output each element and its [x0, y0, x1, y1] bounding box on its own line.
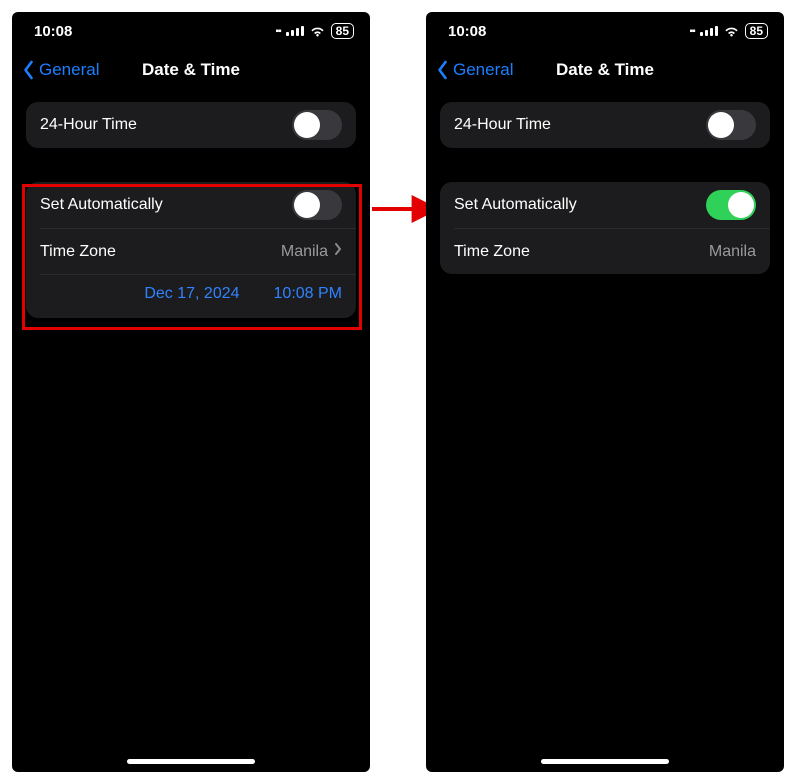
- label-timezone: Time Zone: [454, 243, 530, 261]
- clock: 10:08: [34, 23, 72, 40]
- value-timezone: Manila: [281, 243, 328, 261]
- group-24hour: 24-Hour Time: [26, 102, 356, 148]
- phone-right: 10:08 ▪▪ 85 General Date & Time 24-Hour …: [426, 12, 784, 772]
- label-setauto: Set Automatically: [40, 196, 163, 214]
- group-autozone: Set Automatically Time Zone Manila Dec 1…: [26, 182, 356, 318]
- row-24hour[interactable]: 24-Hour Time: [26, 102, 356, 148]
- row-time-zone: Time Zone Manila: [454, 228, 770, 274]
- nav-header: General Date & Time: [12, 50, 370, 90]
- wifi-icon: [309, 25, 326, 37]
- label-setauto: Set Automatically: [454, 196, 577, 214]
- label-24hour: 24-Hour Time: [40, 116, 137, 134]
- back-button[interactable]: General: [12, 60, 99, 80]
- battery-icon: 85: [745, 23, 768, 39]
- cellular-icon: [700, 26, 718, 36]
- back-label: General: [453, 60, 513, 80]
- phone-left: 10:08 ▪▪ 85 General Date & Time 24-Hour …: [12, 12, 370, 772]
- chevron-right-icon: [334, 242, 342, 261]
- home-indicator: [541, 759, 669, 764]
- back-button[interactable]: General: [426, 60, 513, 80]
- status-bar: 10:08 ▪▪ 85: [426, 12, 784, 50]
- back-label: General: [39, 60, 99, 80]
- row-set-automatically[interactable]: Set Automatically: [440, 182, 770, 228]
- label-timezone: Time Zone: [40, 243, 116, 261]
- toggle-set-automatically[interactable]: [292, 190, 342, 220]
- group-autozone: Set Automatically Time Zone Manila: [440, 182, 770, 274]
- row-24hour[interactable]: 24-Hour Time: [440, 102, 770, 148]
- toggle-set-automatically[interactable]: [706, 190, 756, 220]
- wifi-icon: [723, 25, 740, 37]
- dual-sim-icon: ▪▪: [276, 26, 281, 37]
- battery-icon: 85: [331, 23, 354, 39]
- chevron-left-icon: [436, 60, 449, 80]
- cellular-icon: [286, 26, 304, 36]
- row-date-time[interactable]: Dec 17, 2024 10:08 PM: [40, 274, 356, 318]
- home-indicator: [127, 759, 255, 764]
- row-time-zone[interactable]: Time Zone Manila: [40, 228, 356, 274]
- toggle-24hour[interactable]: [292, 110, 342, 140]
- value-time[interactable]: 10:08 PM: [274, 285, 342, 303]
- value-timezone: Manila: [709, 243, 756, 261]
- clock: 10:08: [448, 23, 486, 40]
- chevron-left-icon: [22, 60, 35, 80]
- label-24hour: 24-Hour Time: [454, 116, 551, 134]
- value-date[interactable]: Dec 17, 2024: [144, 285, 239, 303]
- dual-sim-icon: ▪▪: [690, 26, 695, 37]
- group-24hour: 24-Hour Time: [440, 102, 770, 148]
- nav-header: General Date & Time: [426, 50, 784, 90]
- row-set-automatically[interactable]: Set Automatically: [26, 182, 356, 228]
- status-bar: 10:08 ▪▪ 85: [12, 12, 370, 50]
- toggle-24hour[interactable]: [706, 110, 756, 140]
